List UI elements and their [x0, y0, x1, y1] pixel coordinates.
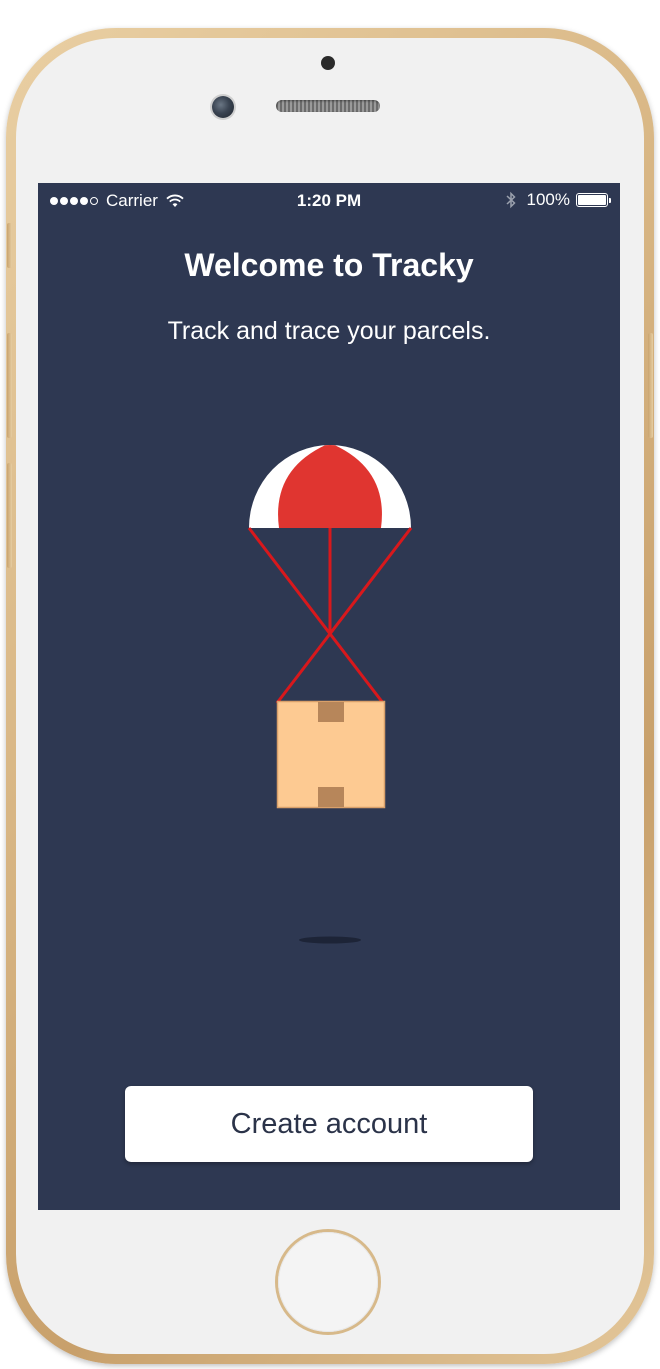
ground-shadow [299, 936, 361, 944]
power-button [648, 333, 653, 438]
home-button[interactable] [278, 1232, 378, 1332]
front-camera-icon [212, 96, 234, 118]
app-screen: Carrier 1:20 PM 100% Welcome to Tracky T… [38, 183, 620, 1210]
create-account-button[interactable]: Create account [125, 1086, 533, 1162]
proximity-sensor [321, 56, 335, 70]
volume-up-button [7, 333, 12, 438]
earpiece-speaker [276, 100, 380, 112]
parachute-icon [247, 445, 413, 704]
parcel-box-icon [276, 700, 386, 809]
mute-switch [7, 223, 12, 268]
volume-down-button [7, 463, 12, 568]
parachute-parcel-illustration [247, 445, 413, 944]
